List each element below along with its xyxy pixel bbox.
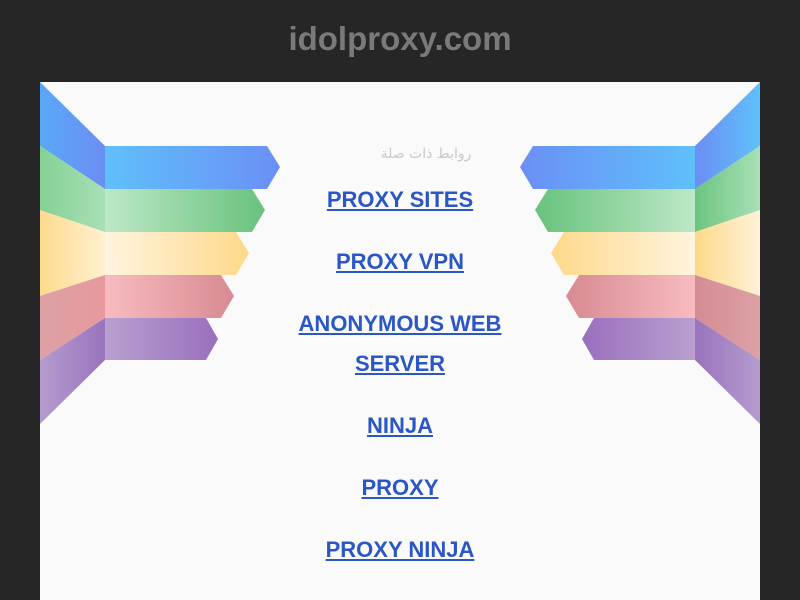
link-proxy-vpn[interactable]: PROXY VPN (336, 242, 464, 282)
link-proxy-sites[interactable]: PROXY SITES (327, 180, 473, 220)
link-ninja[interactable]: NINJA (367, 406, 433, 446)
link-proxy[interactable]: PROXY (361, 468, 438, 508)
content-panel: روابط ذات صلة PROXY SITES PROXY VPN ANON… (40, 82, 760, 600)
site-title: idolproxy.com (288, 20, 512, 57)
link-anonymous-web-server[interactable]: ANONYMOUS WEB SERVER (285, 304, 515, 384)
list-item: NINJA (40, 406, 760, 446)
list-item: PROXY NINJA (40, 530, 760, 570)
list-item: ANONYMOUS WEB SERVER (40, 304, 760, 384)
list-item: PROXY SITES (40, 180, 760, 220)
site-header: idolproxy.com (0, 0, 800, 82)
list-item: PROXY (40, 468, 760, 508)
list-item: PROXY VPN (40, 242, 760, 282)
related-links-list: PROXY SITES PROXY VPN ANONYMOUS WEB SERV… (40, 180, 760, 592)
link-proxy-ninja[interactable]: PROXY NINJA (326, 530, 475, 570)
related-links-caption-text: روابط ذات صلة (380, 146, 472, 162)
related-links-caption: روابط ذات صلة (40, 146, 760, 162)
